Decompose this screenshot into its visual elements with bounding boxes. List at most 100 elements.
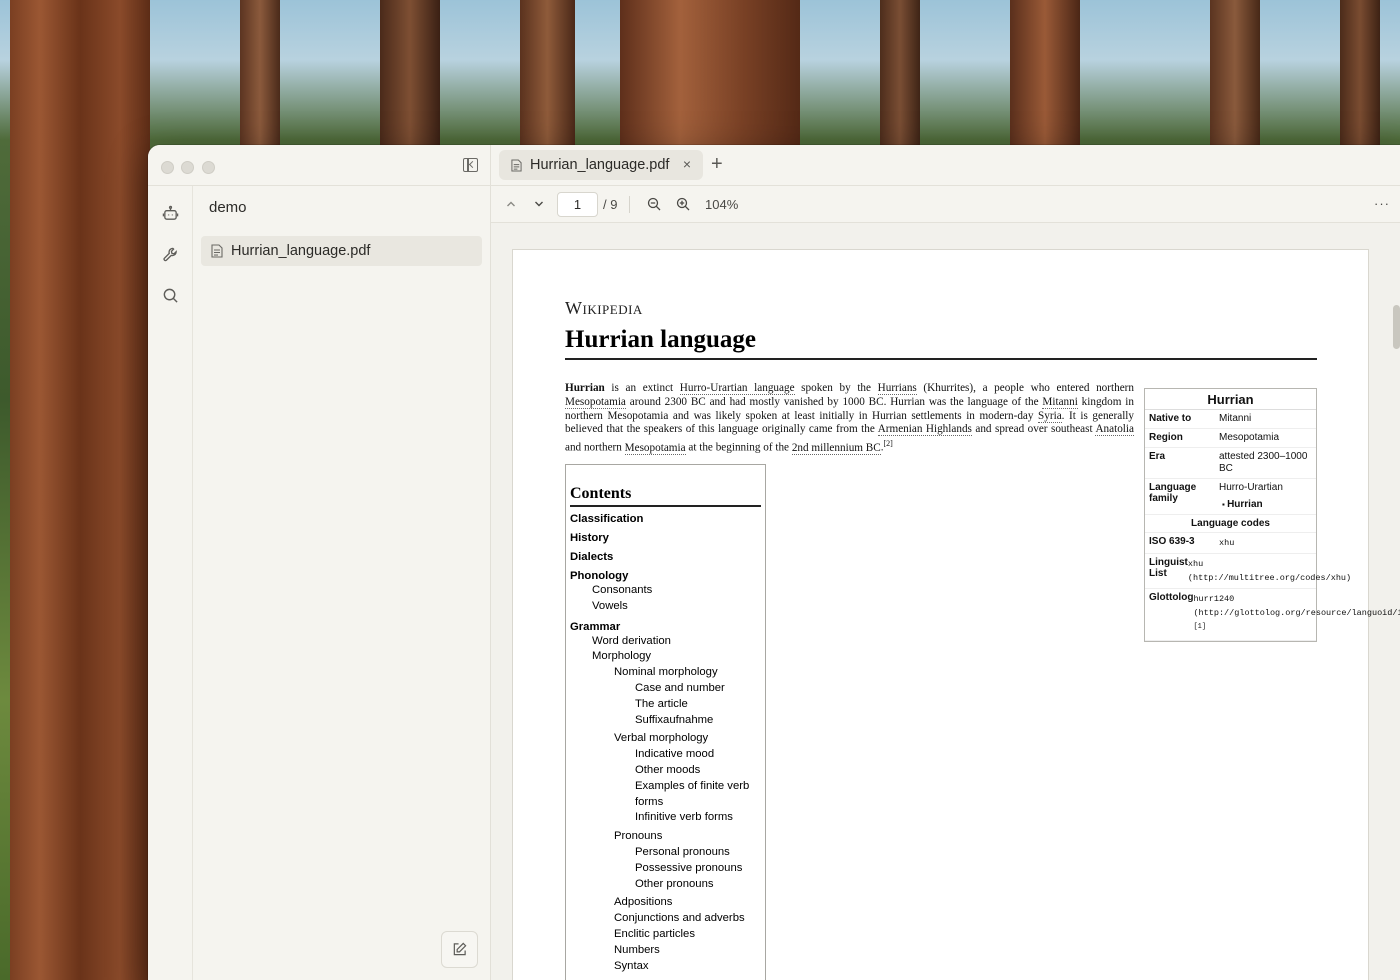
sidebar-toggle-icon[interactable] [463,158,478,172]
intro-link[interactable]: 2nd millennium BC [791,441,881,455]
wrench-icon[interactable] [160,244,180,264]
toc-title: Contents [570,485,761,507]
close-tab-icon[interactable]: × [683,156,691,172]
folder-name[interactable]: demo [209,199,247,216]
intro-text: around 2300 BC and had mostly vanished b… [625,395,1043,408]
zoom-out-icon [647,197,661,211]
intro-link[interactable]: Hurro-Urartian language [679,382,795,395]
icon-rail [148,186,193,980]
intro-link[interactable]: Mitanni [1042,395,1078,409]
document-icon [211,244,223,258]
pdf-viewer[interactable]: Wikipedia Hurrian language Hurrian is an… [491,223,1400,980]
toc-item[interactable]: Enclitic particles [570,927,761,943]
zoom-out-button[interactable] [647,194,661,214]
titlebar [148,145,491,186]
search-icon[interactable] [160,285,180,305]
toc-item[interactable]: Verbal morphology [570,731,761,747]
toc-item[interactable]: Other moods [570,763,761,779]
toc-item[interactable]: Indicative mood [570,747,761,763]
file-name: Hurrian_language.pdf [231,243,371,259]
tree-trunk [880,0,920,150]
intro-link[interactable]: Hurrians [877,382,917,395]
chevron-up-icon [507,201,515,207]
citation-ref[interactable]: [2] [884,439,893,448]
page-total: / 9 [603,196,618,212]
zoom-in-icon [676,197,690,211]
left-pane: demo Hurrian_language.pdf [148,145,491,980]
page-number-input[interactable]: 1 [557,192,598,217]
intro-text: at the beginning of the [685,441,792,454]
infobox-value: Hurro-UrartianHurrian [1219,482,1312,511]
zoom-window-button[interactable] [202,161,215,174]
intro-link[interactable]: Mesopotamia [565,395,626,409]
tree-trunk [1010,0,1080,150]
infobox-row: Language family Hurro-UrartianHurrian [1145,479,1316,515]
toc-item[interactable]: The article [570,697,761,713]
toc-item[interactable]: Numbers [570,943,761,959]
tab-label: Hurrian_language.pdf [530,157,670,173]
new-tab-button[interactable]: + [711,154,723,174]
toc-item[interactable]: Conjunctions and adverbs [570,911,761,927]
toc-item[interactable]: Dialects [570,551,761,564]
toc-item[interactable]: Classification [570,513,761,526]
intro-text: is an extinct [604,382,680,394]
zoom-level[interactable]: 104% [705,194,738,214]
app-window: demo Hurrian_language.pdf Hurrian_langua… [148,145,1400,980]
toc-item[interactable]: Morphology [570,649,761,665]
infobox-title: Hurrian [1145,389,1316,410]
scrollbar[interactable] [1393,305,1400,349]
infobox-row: ISO 639-3 xhu [1145,533,1316,554]
toc-item[interactable]: History [570,532,761,545]
tree-trunk [240,0,280,150]
infobox-value: hurr1240 (http://glottolog.org/resource/… [1193,594,1400,631]
toc-item[interactable]: Vowels [570,599,761,615]
toc-item[interactable]: Case and number [570,681,761,697]
wikipedia-logo: Wikipedia [565,298,643,318]
toc-item[interactable]: Adpositions [570,895,761,911]
robot-icon[interactable] [160,203,180,223]
tree-trunk [380,0,440,150]
toc-item[interactable]: Infinitive verb forms [570,810,761,826]
toolbar-divider [629,196,630,213]
previous-page-button[interactable] [505,194,517,214]
intro-text: and spread over southeast [971,423,1096,436]
toc-item[interactable]: Pronouns [570,829,761,845]
file-browser: demo Hurrian_language.pdf [193,186,491,980]
tab-hurrian-language[interactable]: Hurrian_language.pdf × [499,150,703,180]
toc-item[interactable]: Phonology [570,570,761,583]
infobox-key: Era [1149,451,1166,462]
infobox-key: Region [1149,432,1183,443]
infobox-key: Linguist List [1149,557,1188,579]
tab-bar: Hurrian_language.pdf × + [491,145,1400,186]
toc-item[interactable]: Consonants [570,583,761,599]
infobox-key: Glottolog [1149,592,1194,603]
infobox-row: Era attested 2300–1000 BC [1145,448,1316,479]
intro-link[interactable]: Anatolia [1095,423,1134,437]
intro-link[interactable]: Syria [1038,409,1062,423]
toc-item[interactable]: Possessive pronouns [570,861,761,877]
zoom-in-button[interactable] [676,194,690,214]
toc-item[interactable]: Examples of finite verb forms [570,779,761,811]
more-options-icon[interactable]: ··· [1374,196,1390,211]
new-note-button[interactable] [441,931,478,968]
toc-item[interactable]: Nominal morphology [570,665,761,681]
intro-link[interactable]: Armenian Highlands [877,423,972,437]
toc-item[interactable]: Other pronouns [570,877,761,893]
document-pane: Hurrian_language.pdf × + 1 / 9 104% ··· [491,145,1400,980]
next-page-button[interactable] [533,194,545,214]
intro-link[interactable]: Mesopotamia [624,441,686,455]
toc-item[interactable]: Word derivation [570,634,761,650]
toc-item[interactable]: Syntax [570,959,761,975]
toc-item[interactable]: Personal pronouns [570,845,761,861]
close-window-button[interactable] [161,161,174,174]
tree-trunk [620,0,800,150]
intro-text: and northern [565,441,625,454]
tree-trunk [520,0,575,150]
tree-trunk [1340,0,1380,150]
file-item[interactable]: Hurrian_language.pdf [201,236,482,266]
infobox-key: Language family [1149,482,1197,504]
minimize-window-button[interactable] [181,161,194,174]
toc-item[interactable]: Grammar [570,621,761,634]
toc-item[interactable]: Suffixaufnahme [570,713,761,729]
chevron-down-icon [535,201,543,207]
